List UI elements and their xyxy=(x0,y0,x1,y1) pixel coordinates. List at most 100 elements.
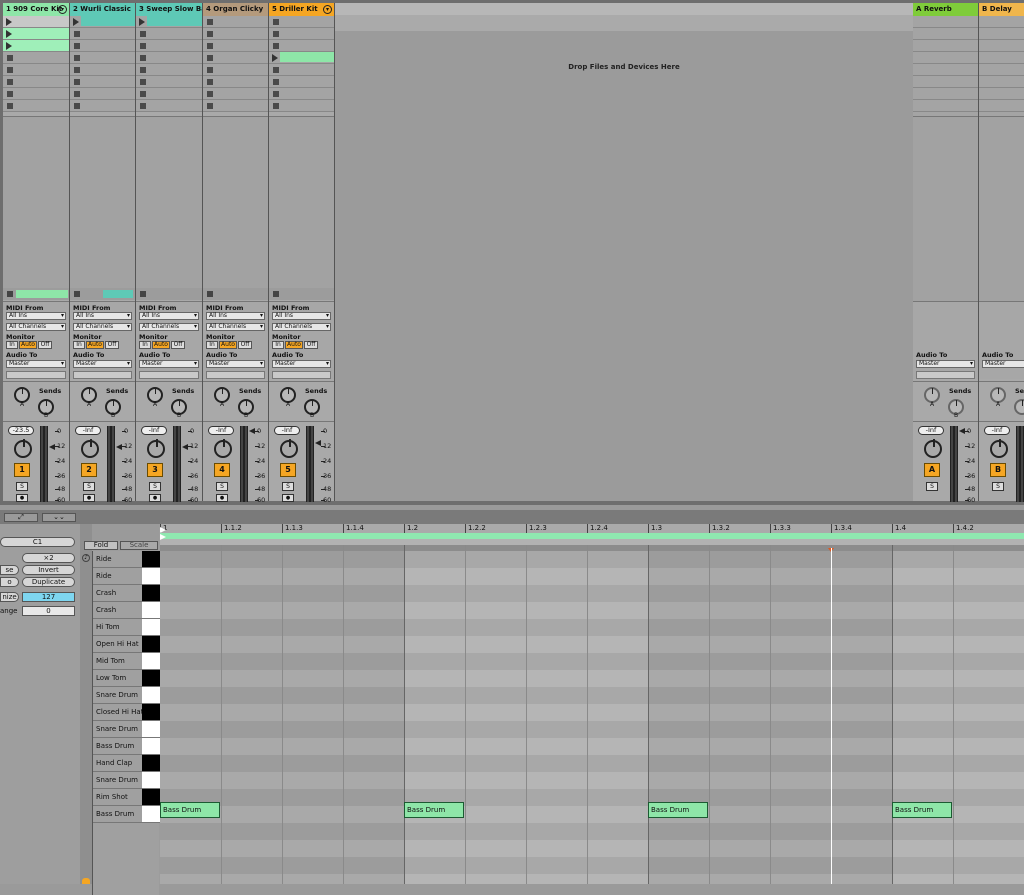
track-activator-button[interactable]: 2 xyxy=(81,463,97,477)
key-row[interactable]: Snare Drum xyxy=(93,687,160,704)
piano-key[interactable] xyxy=(142,636,160,652)
clip-slot[interactable] xyxy=(136,40,202,52)
volume-fader-arrow[interactable] xyxy=(182,444,188,450)
pan-knob[interactable] xyxy=(924,439,942,458)
piano-key[interactable] xyxy=(142,619,160,635)
monitor-off-button[interactable]: Off xyxy=(304,341,318,349)
clip-slot[interactable] xyxy=(136,88,202,100)
clip-slot[interactable] xyxy=(203,28,268,40)
clip-slot[interactable] xyxy=(70,28,135,40)
clip-slot[interactable] xyxy=(136,100,202,112)
monitor-auto-button[interactable]: Auto xyxy=(19,341,37,349)
solo-button[interactable]: S xyxy=(992,482,1004,491)
audio-to-select[interactable]: Master xyxy=(73,360,132,368)
stop-all-icon[interactable] xyxy=(7,291,13,297)
key-row[interactable]: Ride xyxy=(93,568,160,585)
monitor-auto-button[interactable]: Auto xyxy=(152,341,170,349)
return-activator-button[interactable]: A xyxy=(924,463,940,477)
clip-slot[interactable] xyxy=(269,100,334,112)
invert-button[interactable]: Invert xyxy=(22,565,75,575)
piano-key[interactable] xyxy=(142,653,160,669)
clip-slot[interactable] xyxy=(3,64,69,76)
arm-icon[interactable]: ● xyxy=(16,494,28,502)
piano-key[interactable] xyxy=(142,602,160,618)
key-row[interactable]: Hand Clap xyxy=(93,755,160,772)
midi-from-select[interactable]: All Ins xyxy=(73,312,132,320)
track-5-header[interactable]: 5 Driller Kit ▾ xyxy=(269,3,334,16)
headphones-icon[interactable]: ♪ xyxy=(82,554,90,562)
midi-channel-select[interactable]: All Channels xyxy=(206,323,265,331)
drop-area[interactable]: Drop Files and Devices Here xyxy=(335,3,913,501)
velocity-field[interactable]: 127 xyxy=(22,592,75,602)
volume-value[interactable]: -Inf xyxy=(208,426,234,435)
clip-slot[interactable] xyxy=(269,16,334,28)
duplicate-button[interactable]: Duplicate xyxy=(22,577,75,587)
envelope-icon[interactable]: ⌄⌄ xyxy=(42,513,76,522)
monitor-in-button[interactable]: In xyxy=(73,341,85,349)
clip-slot[interactable] xyxy=(70,64,135,76)
clip-slot[interactable] xyxy=(203,76,268,88)
track-activator-button[interactable]: 3 xyxy=(147,463,163,477)
clip-slot[interactable] xyxy=(269,76,334,88)
monitor-off-button[interactable]: Off xyxy=(105,341,119,349)
monitor-off-button[interactable]: Off xyxy=(171,341,185,349)
double-button[interactable]: ×2 xyxy=(22,553,75,563)
midi-channel-select[interactable]: All Channels xyxy=(6,323,66,331)
solo-button[interactable]: S xyxy=(282,482,294,491)
clip-slot[interactable] xyxy=(203,16,268,28)
key-row[interactable]: Snare Drum xyxy=(93,721,160,738)
return-b-header[interactable]: B Delay xyxy=(979,3,1024,16)
key-row[interactable]: Mid Tom xyxy=(93,653,160,670)
clip-slot[interactable] xyxy=(269,52,334,64)
monitor-in-button[interactable]: In xyxy=(6,341,18,349)
legato-button[interactable]: o xyxy=(0,577,19,587)
midi-channel-select[interactable]: All Channels xyxy=(272,323,331,331)
key-row[interactable]: Bass Drum xyxy=(93,806,160,823)
audio-to-select[interactable]: Master xyxy=(206,360,265,368)
clip-slot[interactable] xyxy=(70,52,135,64)
track-activator-button[interactable]: 1 xyxy=(14,463,30,477)
scale-button[interactable]: Scale xyxy=(120,541,158,550)
fold-button[interactable]: Fold xyxy=(84,541,118,550)
solo-button[interactable]: S xyxy=(926,482,938,491)
piano-key[interactable] xyxy=(142,704,160,720)
track-activator-button[interactable]: 4 xyxy=(214,463,230,477)
midi-note[interactable]: Bass Drum xyxy=(648,802,708,818)
output-channel[interactable] xyxy=(272,371,331,379)
output-channel[interactable] xyxy=(916,371,975,379)
clip-slot[interactable] xyxy=(3,40,69,52)
key-row[interactable]: Closed Hi Hat xyxy=(93,704,160,721)
piano-key[interactable] xyxy=(142,585,160,601)
midi-from-select[interactable]: All Ins xyxy=(139,312,199,320)
solo-button[interactable]: S xyxy=(149,482,161,491)
piano-key[interactable] xyxy=(142,721,160,737)
piano-key[interactable] xyxy=(142,738,160,754)
track-4-header[interactable]: 4 Organ Clicky xyxy=(203,3,268,16)
midi-from-select[interactable]: All Ins xyxy=(206,312,265,320)
track-menu-icon[interactable]: ▾ xyxy=(323,5,332,14)
clip-slot[interactable] xyxy=(3,28,69,40)
clip-slot[interactable] xyxy=(269,88,334,100)
send-b-knob[interactable] xyxy=(1014,399,1024,415)
start-marker-icon[interactable] xyxy=(160,527,166,533)
note-editor[interactable]: 1 1.1.2 1.1.3 1.1.4 1.2 1.2.2 1.2.3 1.2.… xyxy=(160,524,1024,884)
audio-to-select[interactable]: Master xyxy=(916,360,975,368)
piano-key[interactable] xyxy=(142,806,160,822)
midi-from-select[interactable]: All Ins xyxy=(6,312,66,320)
clip-slot[interactable] xyxy=(203,100,268,112)
monitor-in-button[interactable]: In xyxy=(206,341,218,349)
monitor-off-button[interactable]: Off xyxy=(38,341,52,349)
loop-start-icon[interactable] xyxy=(160,534,166,540)
clip[interactable] xyxy=(280,52,334,62)
pan-knob[interactable] xyxy=(280,439,298,458)
clip-slot[interactable] xyxy=(203,40,268,52)
randomize-button[interactable]: nize xyxy=(0,592,19,602)
clip-slot[interactable] xyxy=(3,76,69,88)
clip-slot[interactable] xyxy=(3,52,69,64)
key-row[interactable]: Rim Shot xyxy=(93,789,160,806)
stop-all-icon[interactable] xyxy=(207,291,213,297)
midi-note[interactable]: Bass Drum xyxy=(404,802,464,818)
beat-ruler[interactable]: 1 1.1.2 1.1.3 1.1.4 1.2 1.2.2 1.2.3 1.2.… xyxy=(160,524,1024,533)
key-row[interactable]: Hi Tom xyxy=(93,619,160,636)
piano-key[interactable] xyxy=(142,551,160,567)
